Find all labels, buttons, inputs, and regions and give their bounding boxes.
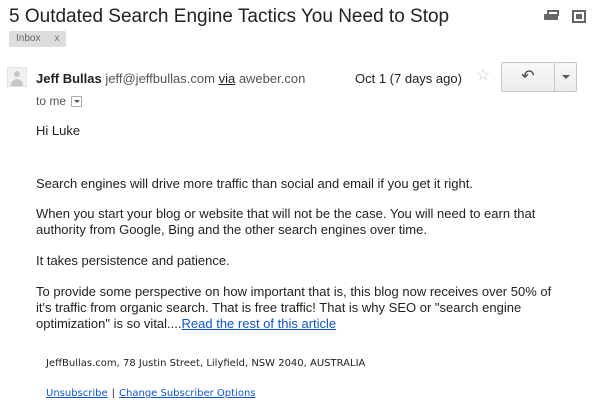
label-chip-inbox: Inbox x <box>9 31 67 47</box>
label-chip-name[interactable]: Inbox <box>16 31 40 47</box>
email-paragraph-1: Search engines will drive more traffic t… <box>36 176 473 191</box>
change-subscriber-options-link[interactable]: Change Subscriber Options <box>119 388 255 399</box>
print-icon[interactable] <box>544 10 559 23</box>
recipient-label: to me <box>36 94 67 108</box>
email-paragraph-4: To provide some perspective on how impor… <box>36 284 556 332</box>
chevron-down-icon <box>561 75 570 79</box>
sender-name[interactable]: Jeff Bullas <box>36 71 102 86</box>
footer-links: Unsubscribe | Change Subscriber Options <box>46 388 256 399</box>
reply-button[interactable]: ↶ <box>502 63 555 91</box>
label-remove-button[interactable]: x <box>54 31 59 47</box>
recipient-line: to me <box>36 94 83 108</box>
email-paragraph-2: When you start your blog or website that… <box>36 206 536 237</box>
recipient-details-toggle[interactable] <box>71 95 83 107</box>
email-greeting: Hi Luke <box>36 123 81 138</box>
reply-button-group: ↶ <box>501 62 577 92</box>
sender-email: jeff@jeffbullas.com <box>105 71 215 86</box>
star-icon[interactable]: ☆ <box>476 68 490 84</box>
email-subject: 5 Outdated Search Engine Tactics You Nee… <box>9 6 450 27</box>
email-date: Oct 1 (7 days ago) <box>355 71 462 86</box>
sender-line: Jeff Bullas jeff@jeffbullas.com via aweb… <box>36 71 305 86</box>
email-paragraph-3: It takes persistence and patience. <box>36 253 230 268</box>
more-options-button[interactable] <box>555 63 576 91</box>
unsubscribe-link[interactable]: Unsubscribe <box>46 388 108 399</box>
header-actions <box>544 10 586 23</box>
footer-address: JeffBullas.com, 78 Justin Street, Lilyfi… <box>46 358 366 369</box>
via-link[interactable]: via <box>219 71 236 86</box>
read-more-link[interactable]: Read the rest of this article <box>182 316 337 331</box>
avatar <box>7 67 27 87</box>
via-domain: aweber.con <box>238 71 306 86</box>
reply-icon: ↶ <box>521 68 535 85</box>
new-window-icon[interactable] <box>572 10 586 23</box>
footer-separator: | <box>111 388 116 399</box>
